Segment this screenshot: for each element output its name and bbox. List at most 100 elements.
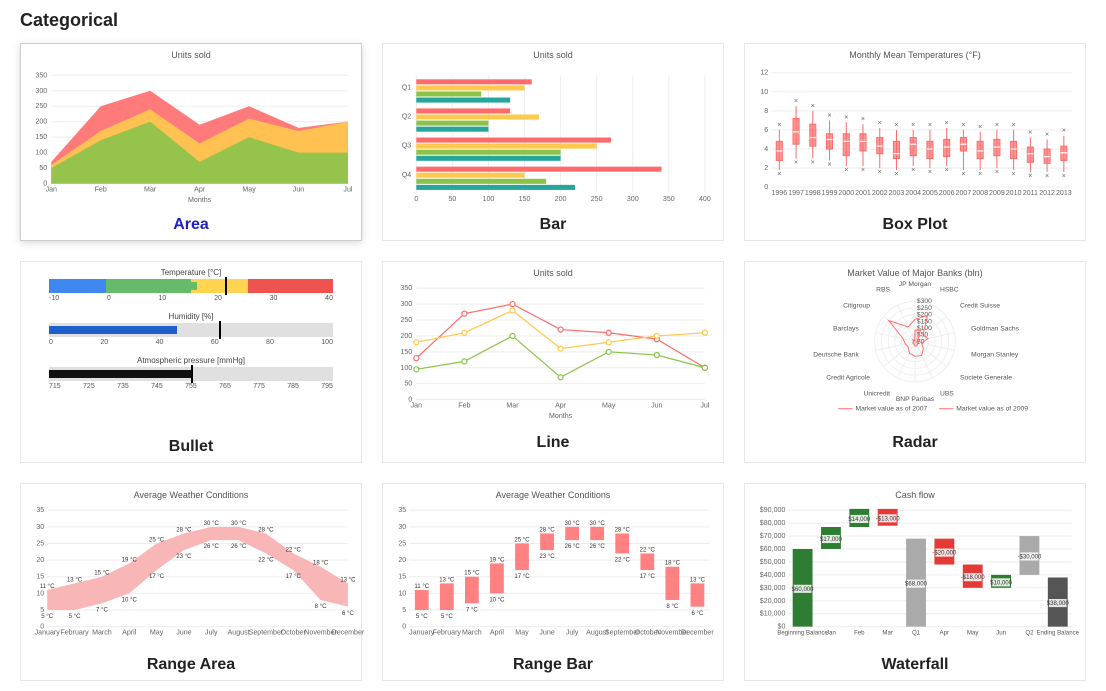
svg-text:10 °C: 10 °C: [489, 597, 505, 603]
svg-text:26 °C: 26 °C: [564, 544, 580, 550]
caption-radar: Radar: [745, 428, 1085, 458]
svg-text:18 °C: 18 °C: [665, 561, 681, 567]
svg-text:Feb: Feb: [95, 186, 107, 194]
svg-text:25 °C: 25 °C: [149, 537, 165, 543]
svg-text:2010: 2010: [1006, 189, 1022, 197]
svg-text:Q4: Q4: [402, 171, 412, 179]
svg-text:400: 400: [699, 195, 711, 203]
svg-text:2011: 2011: [1023, 189, 1038, 197]
svg-text:Ending Balance: Ending Balance: [1037, 631, 1080, 637]
svg-text:17 °C: 17 °C: [514, 574, 530, 580]
svg-text:Q1: Q1: [912, 631, 921, 637]
svg-text:×: ×: [894, 170, 898, 178]
svg-text:Beginning Balance: Beginning Balance: [777, 631, 828, 637]
svg-text:×: ×: [844, 113, 848, 121]
svg-text:200: 200: [555, 195, 567, 203]
svg-text:Deutsche Bank: Deutsche Bank: [813, 351, 859, 358]
svg-text:28 °C: 28 °C: [176, 527, 192, 533]
svg-text:×: ×: [1062, 172, 1066, 180]
svg-text:July: July: [566, 629, 579, 637]
svg-text:HSBC: HSBC: [940, 287, 959, 294]
svg-text:50: 50: [39, 164, 47, 172]
svg-text:30 °C: 30 °C: [204, 521, 220, 527]
svg-text:×: ×: [777, 170, 781, 178]
svg-text:30 °C: 30 °C: [564, 521, 580, 527]
svg-text:8: 8: [764, 107, 768, 115]
svg-text:11 °C: 11 °C: [40, 584, 55, 590]
svg-text:Morgan Stanley: Morgan Stanley: [971, 351, 1019, 358]
svg-text:March: March: [92, 629, 112, 637]
svg-text:250: 250: [35, 102, 47, 110]
svg-text:$150: $150: [917, 318, 932, 325]
svg-text:×: ×: [827, 161, 831, 169]
caption-waterfall: Waterfall: [745, 650, 1085, 680]
svg-text:April: April: [490, 629, 505, 637]
svg-text:×: ×: [861, 166, 865, 174]
caption-area: Area: [21, 210, 361, 240]
svg-text:28 °C: 28 °C: [539, 527, 555, 533]
svg-text:-$20,000: -$20,000: [932, 551, 957, 557]
svg-text:$60,000: $60,000: [760, 545, 786, 553]
svg-text:4: 4: [764, 145, 768, 153]
svg-text:Months: Months: [549, 412, 573, 420]
chart-title: Units sold: [21, 44, 361, 60]
caption-rangebar: Range Bar: [383, 650, 723, 680]
svg-text:17 °C: 17 °C: [640, 574, 656, 580]
svg-text:May: May: [242, 186, 256, 194]
line-chart: 050100150200250300350JanFebMarAprMayJunJ…: [391, 282, 715, 426]
svg-text:17 °C: 17 °C: [149, 574, 165, 580]
bullet-chart: Temperature [°C]-10010203040Humidity [%]…: [21, 262, 361, 432]
svg-text:23 °C: 23 °C: [176, 554, 192, 560]
svg-text:$50,000: $50,000: [760, 558, 786, 566]
svg-text:×: ×: [978, 123, 982, 131]
svg-text:Jun: Jun: [651, 402, 662, 410]
caption-boxplot: Box Plot: [745, 210, 1085, 240]
svg-text:$14,000: $14,000: [848, 517, 871, 523]
svg-text:×: ×: [995, 121, 999, 129]
svg-text:5 °C: 5 °C: [416, 614, 428, 620]
svg-text:2001: 2001: [855, 189, 871, 197]
svg-text:May: May: [967, 631, 979, 637]
svg-text:26 °C: 26 °C: [231, 544, 247, 550]
svg-text:6 °C: 6 °C: [691, 611, 703, 617]
svg-text:100: 100: [400, 364, 412, 372]
svg-text:20: 20: [398, 556, 406, 564]
svg-text:2006: 2006: [939, 189, 955, 197]
radar-chart: JP MorganHSBCCredit SuisseGoldman SachsM…: [753, 282, 1077, 426]
svg-text:2009: 2009: [989, 189, 1005, 197]
chart-card-radar[interactable]: Market Value of Major Banks (bln) JP Mor…: [744, 261, 1086, 463]
chart-card-rangearea[interactable]: Average Weather Conditions 0510152025303…: [20, 483, 362, 681]
svg-text:$10,000: $10,000: [760, 610, 786, 618]
svg-text:2: 2: [764, 164, 768, 172]
svg-text:March: March: [462, 629, 482, 637]
svg-text:30 °C: 30 °C: [590, 521, 606, 527]
svg-text:13 °C: 13 °C: [67, 577, 83, 583]
svg-text:September: September: [249, 629, 284, 637]
chart-card-bullet[interactable]: Temperature [°C]-10010203040Humidity [%]…: [20, 261, 362, 463]
rangebar-chart: 0510152025303511 °C5 °CJanuary13 °C5 °CF…: [391, 504, 715, 648]
chart-card-boxplot[interactable]: Monthly Mean Temperatures (°F) 024681012…: [744, 43, 1086, 241]
chart-card-area[interactable]: Units sold 050100150200250300350JanFebMa…: [20, 43, 362, 241]
caption-line: Line: [383, 428, 723, 458]
svg-text:February: February: [60, 629, 89, 637]
chart-card-rangebar[interactable]: Average Weather Conditions 0510152025303…: [382, 483, 724, 681]
chart-card-line[interactable]: Units sold 050100150200250300350JanFebMa…: [382, 261, 724, 463]
svg-text:150: 150: [400, 348, 412, 356]
svg-text:×: ×: [945, 119, 949, 127]
svg-text:Q1: Q1: [402, 83, 412, 91]
svg-text:30: 30: [398, 523, 406, 531]
svg-text:Jan: Jan: [46, 186, 57, 194]
chart-card-waterfall[interactable]: Cash flow $0$10,000$20,000$30,000$40,000…: [744, 483, 1086, 681]
svg-text:Societe Generale: Societe Generale: [960, 374, 1012, 381]
svg-text:×: ×: [878, 168, 882, 176]
svg-text:×: ×: [911, 166, 915, 174]
svg-text:×: ×: [1045, 130, 1049, 138]
svg-text:1996: 1996: [771, 189, 787, 197]
svg-text:$20,000: $20,000: [760, 597, 786, 605]
chart-card-bar[interactable]: Units sold 050100150200250300350400Q1Q2Q…: [382, 43, 724, 241]
svg-text:×: ×: [1028, 129, 1032, 137]
caption-bar: Bar: [383, 210, 723, 240]
svg-text:28 °C: 28 °C: [615, 527, 631, 533]
chart-title: Units sold: [383, 44, 723, 60]
svg-text:May: May: [602, 402, 616, 410]
